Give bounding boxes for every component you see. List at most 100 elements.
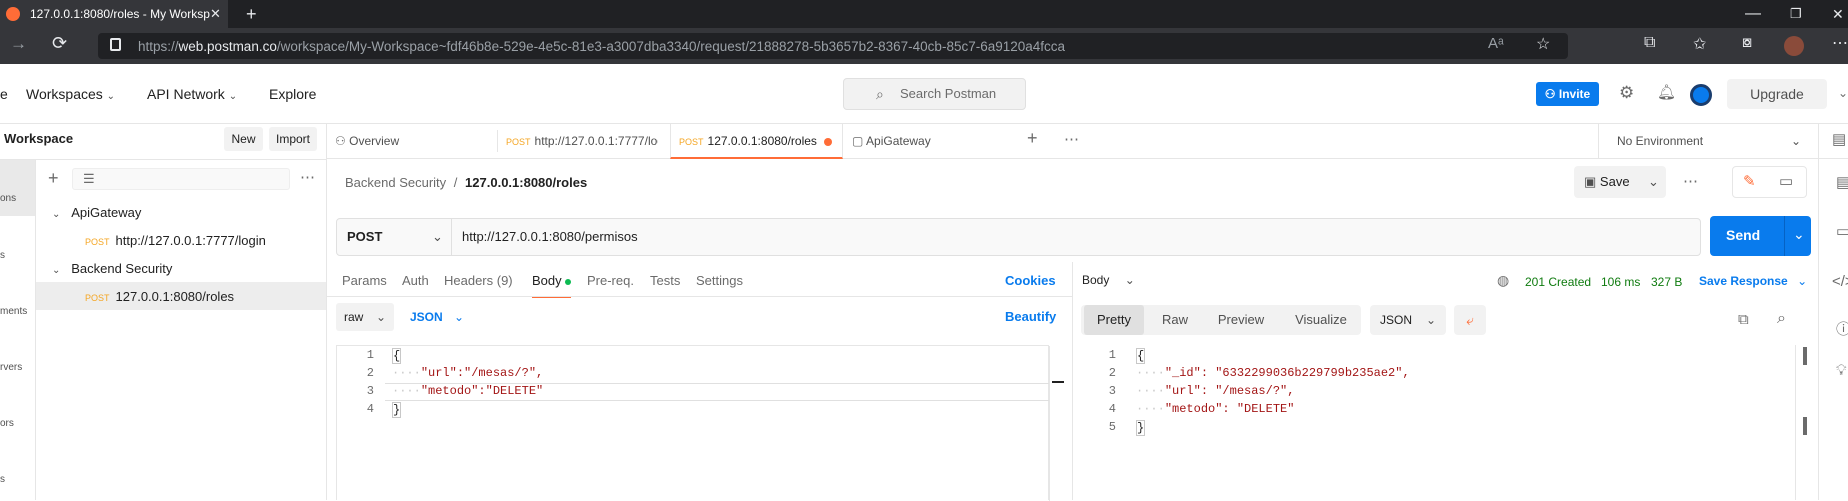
subtab-tests[interactable]: Tests: [650, 273, 680, 288]
documentation-icon[interactable]: ▤: [1836, 173, 1848, 191]
subtab-auth[interactable]: Auth: [402, 273, 429, 288]
favorite-add-icon[interactable]: ☆: [1536, 34, 1550, 54]
body-mode-label: raw: [344, 310, 364, 324]
request-item-roles[interactable]: POST 127.0.0.1:8080/roles: [85, 289, 234, 304]
response-pane-divider[interactable]: [1072, 262, 1073, 500]
response-format-label: JSON: [1380, 313, 1413, 327]
view-tab-pretty[interactable]: Pretty: [1084, 305, 1144, 335]
code-text: }: [393, 403, 401, 417]
edit-pencil-icon[interactable]: ✎: [1743, 172, 1756, 190]
subtab-prereq[interactable]: Pre-req.: [587, 273, 634, 288]
close-window-icon[interactable]: ✕: [1832, 0, 1844, 28]
collection-apigateway[interactable]: ⌄ ApiGateway: [52, 205, 141, 220]
response-line: {: [1136, 348, 1146, 364]
user-avatar[interactable]: [1690, 84, 1712, 106]
indent-guide: ····: [1136, 366, 1165, 380]
body-lang-select[interactable]: JSON ⌄: [410, 303, 470, 331]
extensions-icon[interactable]: ⧉: [1644, 34, 1655, 52]
url-input[interactable]: http://127.0.0.1:8080/permisos: [462, 219, 638, 255]
close-tab-icon[interactable]: ✕: [210, 0, 221, 28]
nav-home[interactable]: e: [0, 86, 8, 102]
more-tabs-icon[interactable]: ⋯: [1064, 130, 1079, 148]
workspace-title[interactable]: Workspace: [4, 131, 73, 146]
response-line: ····"url": "/mesas/?",: [1136, 384, 1294, 398]
subtab-headers[interactable]: Headers (9): [444, 273, 513, 288]
import-button[interactable]: Import: [269, 127, 317, 151]
response-body-select[interactable]: Body ⌄: [1082, 273, 1135, 287]
tab-roles-request[interactable]: POST 127.0.0.1:8080/roles: [670, 124, 843, 159]
send-button[interactable]: Send ⌄: [1710, 216, 1811, 256]
maximize-icon[interactable]: ❐: [1790, 0, 1802, 28]
response-scrollbar-track[interactable]: [1795, 345, 1796, 500]
favorites-icon[interactable]: ✩: [1693, 34, 1706, 54]
copy-icon[interactable]: ⧉: [1738, 311, 1749, 328]
beautify-link[interactable]: Beautify: [1005, 309, 1056, 324]
chevron-down-icon[interactable]: ⌄: [1793, 226, 1805, 243]
new-button[interactable]: New: [224, 127, 263, 151]
browser-tab-active[interactable]: 127.0.0.1:8080/roles - My Worksp ✕: [0, 0, 228, 28]
forward-icon[interactable]: →: [10, 34, 27, 54]
profile-avatar[interactable]: [1784, 36, 1804, 56]
method-select[interactable]: POST ⌄: [337, 219, 452, 255]
chevron-down-icon[interactable]: ⌄: [1648, 166, 1659, 198]
save-response-button[interactable]: Save Response ⌄: [1699, 274, 1807, 288]
response-format-select[interactable]: JSON ⌄: [1370, 305, 1446, 335]
tab-login-request[interactable]: POST http://127.0.0.1:7777/logi: [506, 124, 658, 159]
nav-api-network[interactable]: API Network ⌄: [147, 86, 237, 102]
read-aloud-icon[interactable]: Aᵃ: [1488, 35, 1504, 52]
collections-icon[interactable]: ⧇: [1742, 34, 1752, 52]
view-tab-preview[interactable]: Preview: [1206, 305, 1276, 335]
filter-input[interactable]: ☰: [72, 168, 290, 190]
response-size[interactable]: 327 B: [1651, 275, 1682, 289]
chevron-down-icon: ⌄: [52, 209, 61, 220]
collection-icon: ▢: [852, 134, 864, 148]
refresh-icon[interactable]: ⟳: [52, 33, 67, 54]
more-actions-icon[interactable]: ⋯: [300, 168, 315, 186]
view-tab-visualize[interactable]: Visualize: [1284, 305, 1358, 335]
new-tab-icon[interactable]: +: [246, 0, 257, 28]
search-input[interactable]: ⌕ Search Postman: [843, 78, 1026, 110]
environment-selector[interactable]: No Environment ⌄: [1598, 124, 1808, 159]
subtab-settings[interactable]: Settings: [696, 273, 743, 288]
notifications-bell-icon[interactable]: 🔔︎: [1657, 83, 1676, 101]
nav-workspaces[interactable]: Workspaces ⌄: [26, 86, 115, 102]
comments-side-icon[interactable]: ▭: [1836, 222, 1848, 240]
rail-item-collections[interactable]: [0, 160, 35, 216]
invite-button[interactable]: ⚇ Invite: [1536, 82, 1599, 106]
body-mode-select[interactable]: raw ⌄: [336, 303, 394, 331]
wrap-lines-button[interactable]: ⤶: [1454, 305, 1486, 335]
environment-quick-look-icon[interactable]: ▤: [1832, 130, 1846, 148]
more-request-icon[interactable]: ⋯: [1683, 172, 1698, 190]
new-request-tab-icon[interactable]: +: [1027, 128, 1038, 149]
code-line: ····"metodo":"DELETE": [392, 384, 543, 398]
nav-explore[interactable]: Explore: [269, 86, 316, 102]
subtab-body[interactable]: Body: [532, 273, 572, 298]
request-item-login[interactable]: POST http://127.0.0.1:7777/login: [85, 233, 266, 248]
cookies-link[interactable]: Cookies: [1005, 273, 1056, 288]
response-time[interactable]: 106 ms: [1601, 275, 1640, 289]
globe-icon[interactable]: ◍: [1497, 272, 1509, 289]
editor-scrollbar[interactable]: [1049, 346, 1050, 501]
info-icon[interactable]: ⓘ: [1836, 318, 1848, 339]
view-tab-raw[interactable]: Raw: [1150, 305, 1200, 335]
response-status[interactable]: 201 Created: [1525, 275, 1591, 289]
save-button[interactable]: ▣ Save ⌄: [1574, 166, 1666, 198]
search-response-icon[interactable]: ⌕: [1777, 310, 1786, 328]
address-url[interactable]: https://web.postman.co/workspace/My-Work…: [138, 39, 1065, 54]
related-icon[interactable]: 💡︎: [1836, 362, 1847, 379]
subtab-params[interactable]: Params: [342, 273, 387, 288]
more-header-icon[interactable]: ⌄: [1838, 86, 1848, 100]
tab-apigateway[interactable]: ▢ ApiGateway: [852, 124, 1012, 159]
breadcrumb-parent[interactable]: Backend Security: [345, 175, 446, 190]
more-browser-icon[interactable]: ⋯: [1832, 33, 1848, 53]
tab-label: ApiGateway: [866, 134, 931, 148]
settings-gear-icon[interactable]: ⚙: [1619, 83, 1634, 103]
minimize-icon[interactable]: —: [1745, 0, 1761, 28]
code-snippet-icon[interactable]: </>: [1832, 273, 1848, 290]
tab-overview[interactable]: ⚇ Overview: [335, 124, 495, 159]
comments-icon[interactable]: ▭: [1779, 172, 1793, 190]
upgrade-button[interactable]: Upgrade: [1727, 79, 1827, 109]
collection-backend-security[interactable]: ⌄ Backend Security: [52, 261, 172, 276]
breadcrumb-current[interactable]: 127.0.0.1:8080/roles: [465, 175, 587, 190]
add-collection-icon[interactable]: +: [48, 168, 59, 189]
